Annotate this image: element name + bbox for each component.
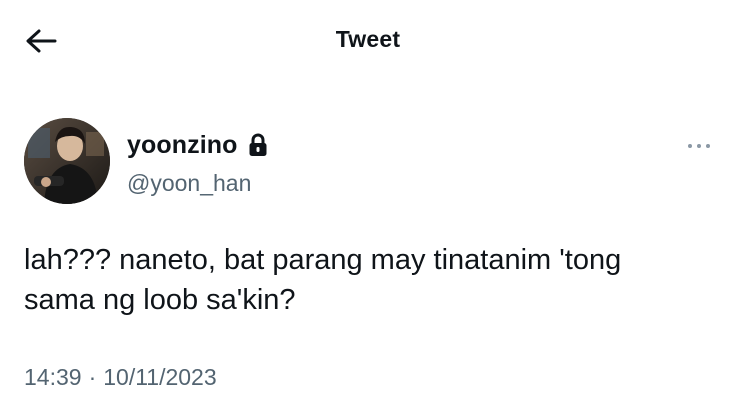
lock-icon: [249, 133, 267, 156]
tweet-date[interactable]: 10/11/2023: [103, 364, 216, 391]
avatar-photo: [24, 118, 110, 204]
name-row: yoonzino: [127, 130, 268, 160]
user-handle[interactable]: @yoon_han: [127, 170, 251, 197]
meta-separator: ·: [88, 364, 97, 390]
avatar[interactable]: [24, 118, 110, 204]
tweet-time[interactable]: 14:39: [24, 364, 82, 391]
tweet-timestamp: 14:39 · 10/11/2023: [24, 364, 217, 391]
tweet-detail-page: Tweet yoonzino @yoon_han lah??? naneto, …: [0, 0, 736, 414]
page-title: Tweet: [335, 26, 401, 52]
display-name[interactable]: yoonzino: [127, 131, 238, 160]
top-bar: Tweet: [0, 0, 736, 84]
tweet-author: yoonzino @yoon_han: [24, 118, 714, 208]
more-horizontal-icon: [688, 144, 710, 148]
more-options-button[interactable]: [684, 138, 714, 154]
tweet-text: lah??? naneto, bat parang may tinatanim …: [24, 244, 622, 316]
